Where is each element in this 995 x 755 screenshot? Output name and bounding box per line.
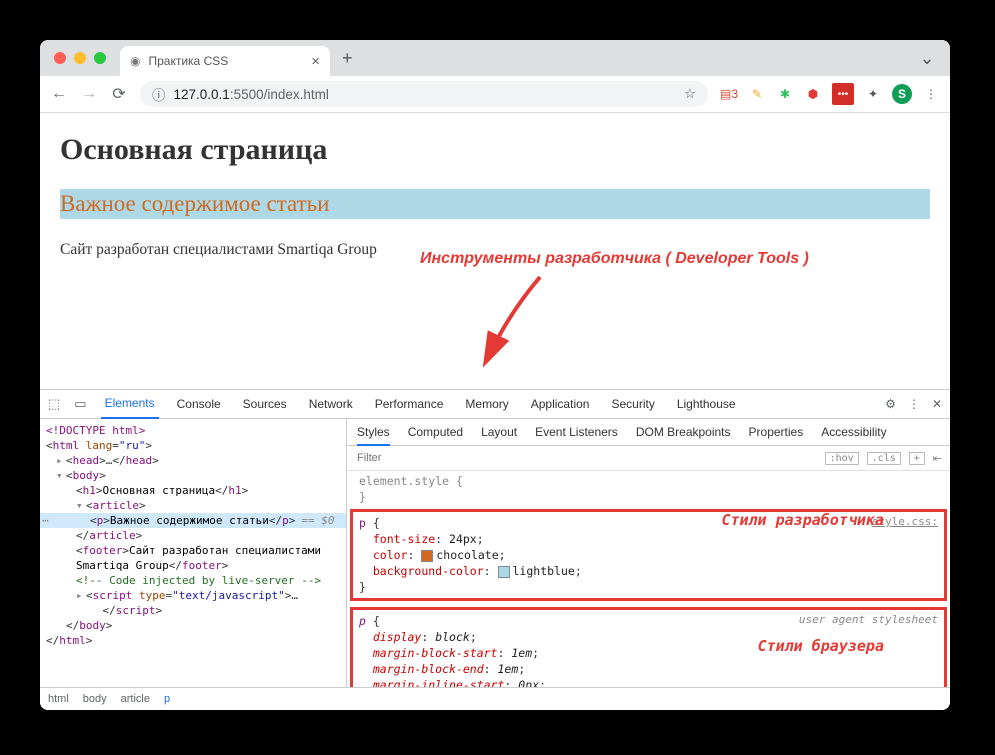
tab-application[interactable]: Application bbox=[527, 390, 594, 418]
minimize-window-icon[interactable] bbox=[74, 52, 86, 64]
crumb-html[interactable]: html bbox=[48, 693, 69, 705]
extensions-puzzle-icon[interactable]: ✦ bbox=[864, 85, 882, 103]
dom-doctype: <!DOCTYPE html> bbox=[46, 424, 145, 437]
user-agent-rule-block[interactable]: user agent stylesheet Стили браузера p {… bbox=[350, 607, 947, 687]
subtab-layout[interactable]: Layout bbox=[481, 425, 517, 439]
tab-security[interactable]: Security bbox=[607, 390, 658, 418]
devtools-menu-icon[interactable]: ⋮ bbox=[908, 397, 920, 411]
url-path: :5500/index.html bbox=[230, 87, 329, 102]
subtab-eventlisteners[interactable]: Event Listeners bbox=[535, 425, 618, 439]
tab-elements[interactable]: Elements bbox=[101, 389, 159, 419]
extension-lastpass-icon[interactable]: ••• bbox=[832, 83, 854, 105]
styles-pane: Styles Computed Layout Event Listeners D… bbox=[347, 419, 950, 687]
new-tab-button[interactable]: + bbox=[342, 48, 353, 69]
new-rule-button[interactable]: + bbox=[909, 452, 925, 465]
close-tab-icon[interactable]: × bbox=[311, 53, 320, 70]
tab-lighthouse[interactable]: Lighthouse bbox=[673, 390, 740, 418]
tab-performance[interactable]: Performance bbox=[371, 390, 448, 418]
back-button[interactable]: ← bbox=[50, 85, 68, 103]
extension-red-icon[interactable]: ⬢ bbox=[804, 85, 822, 103]
annotation-devtools-label: Инструменты разработчика ( Developer Too… bbox=[420, 250, 809, 268]
rule-source-ua: user agent stylesheet bbox=[799, 612, 938, 628]
extension-badge: 3 bbox=[731, 87, 738, 101]
dom-tree[interactable]: <!DOCTYPE html> <html lang="ru"> ▸<head>… bbox=[40, 419, 347, 687]
browser-window: ◉ Практика CSS × + ⌄ ← → ⟳ ⓘ 127.0.0.1:5… bbox=[40, 40, 950, 710]
crumb-p[interactable]: p bbox=[164, 693, 170, 705]
device-toggle-icon[interactable]: ▭ bbox=[74, 396, 86, 412]
crumb-article[interactable]: article bbox=[121, 693, 150, 705]
forward-button[interactable]: → bbox=[80, 85, 98, 103]
reload-button[interactable]: ⟳ bbox=[110, 84, 128, 104]
address-bar[interactable]: ⓘ 127.0.0.1:5500/index.html ☆ bbox=[140, 81, 708, 107]
styles-filter-input[interactable] bbox=[355, 451, 817, 465]
titlebar: ◉ Практика CSS × + ⌄ bbox=[40, 40, 950, 76]
devtools-settings-icon[interactable]: ⚙ bbox=[885, 397, 896, 411]
annotation-author-styles: Стили разработчика bbox=[721, 512, 884, 528]
element-style-block[interactable]: element.style { bbox=[353, 473, 944, 489]
annotation-browser-styles: Стили браузера bbox=[758, 638, 884, 654]
star-icon[interactable]: ☆ bbox=[684, 86, 696, 102]
subtab-properties[interactable]: Properties bbox=[749, 425, 804, 439]
url-host: 127.0.0.1 bbox=[174, 87, 230, 102]
author-rule-block[interactable]: style.css: Стили разработчика p { font-s… bbox=[350, 509, 947, 601]
browser-tab[interactable]: ◉ Практика CSS × bbox=[120, 46, 330, 76]
browser-menu-icon[interactable]: ⋮ bbox=[922, 85, 940, 103]
hov-button[interactable]: :hov bbox=[825, 452, 859, 465]
css-rules[interactable]: element.style { } style.css: Стили разра… bbox=[347, 471, 950, 687]
devtools-panel: ⬚ ▭ Elements Console Sources Network Per… bbox=[40, 389, 950, 710]
extension-todoist-icon[interactable]: ▤3 bbox=[720, 85, 738, 103]
devtools-close-icon[interactable]: ✕ bbox=[932, 397, 942, 411]
inspect-icon[interactable]: ⬚ bbox=[48, 396, 60, 412]
pane-toggle-icon[interactable]: ⇤ bbox=[933, 452, 942, 465]
globe-icon: ◉ bbox=[130, 54, 140, 68]
page-content: Основная страница Важное содержимое стат… bbox=[40, 113, 950, 273]
styles-subtabs: Styles Computed Layout Event Listeners D… bbox=[347, 419, 950, 446]
color-swatch-icon[interactable] bbox=[421, 550, 433, 562]
article-paragraph: Важное содержимое статьи bbox=[60, 189, 930, 219]
subtab-computed[interactable]: Computed bbox=[408, 425, 463, 439]
tab-memory[interactable]: Memory bbox=[461, 390, 512, 418]
dom-selected-node[interactable]: ⋯<p>Важное содержимое статьи</p> bbox=[40, 513, 346, 528]
cls-button[interactable]: .cls bbox=[867, 452, 901, 465]
maximize-window-icon[interactable] bbox=[94, 52, 106, 64]
page-title: Основная страница bbox=[60, 133, 930, 167]
dom-breadcrumb[interactable]: html body article p bbox=[40, 687, 950, 710]
extension-pencil-icon[interactable]: ✎ bbox=[748, 85, 766, 103]
toolbar: ← → ⟳ ⓘ 127.0.0.1:5500/index.html ☆ ▤3 ✎… bbox=[40, 76, 950, 113]
devtools-tabbar: ⬚ ▭ Elements Console Sources Network Per… bbox=[40, 390, 950, 419]
tab-console[interactable]: Console bbox=[173, 390, 225, 418]
tab-title: Практика CSS bbox=[148, 54, 228, 68]
extension-evernote-icon[interactable]: ✱ bbox=[776, 85, 794, 103]
tab-overflow-icon[interactable]: ⌄ bbox=[918, 49, 936, 67]
profile-avatar[interactable]: S bbox=[892, 84, 912, 104]
subtab-dombreakpoints[interactable]: DOM Breakpoints bbox=[636, 425, 731, 439]
subtab-accessibility[interactable]: Accessibility bbox=[821, 425, 886, 439]
tab-sources[interactable]: Sources bbox=[239, 390, 291, 418]
annotation-arrow-icon bbox=[470, 272, 560, 372]
color-swatch-icon[interactable] bbox=[498, 566, 510, 578]
info-icon[interactable]: ⓘ bbox=[152, 84, 166, 104]
subtab-styles[interactable]: Styles bbox=[357, 425, 390, 446]
close-window-icon[interactable] bbox=[54, 52, 66, 64]
tab-network[interactable]: Network bbox=[305, 390, 357, 418]
styles-toolbar: :hov .cls + ⇤ bbox=[347, 446, 950, 471]
crumb-body[interactable]: body bbox=[83, 693, 107, 705]
